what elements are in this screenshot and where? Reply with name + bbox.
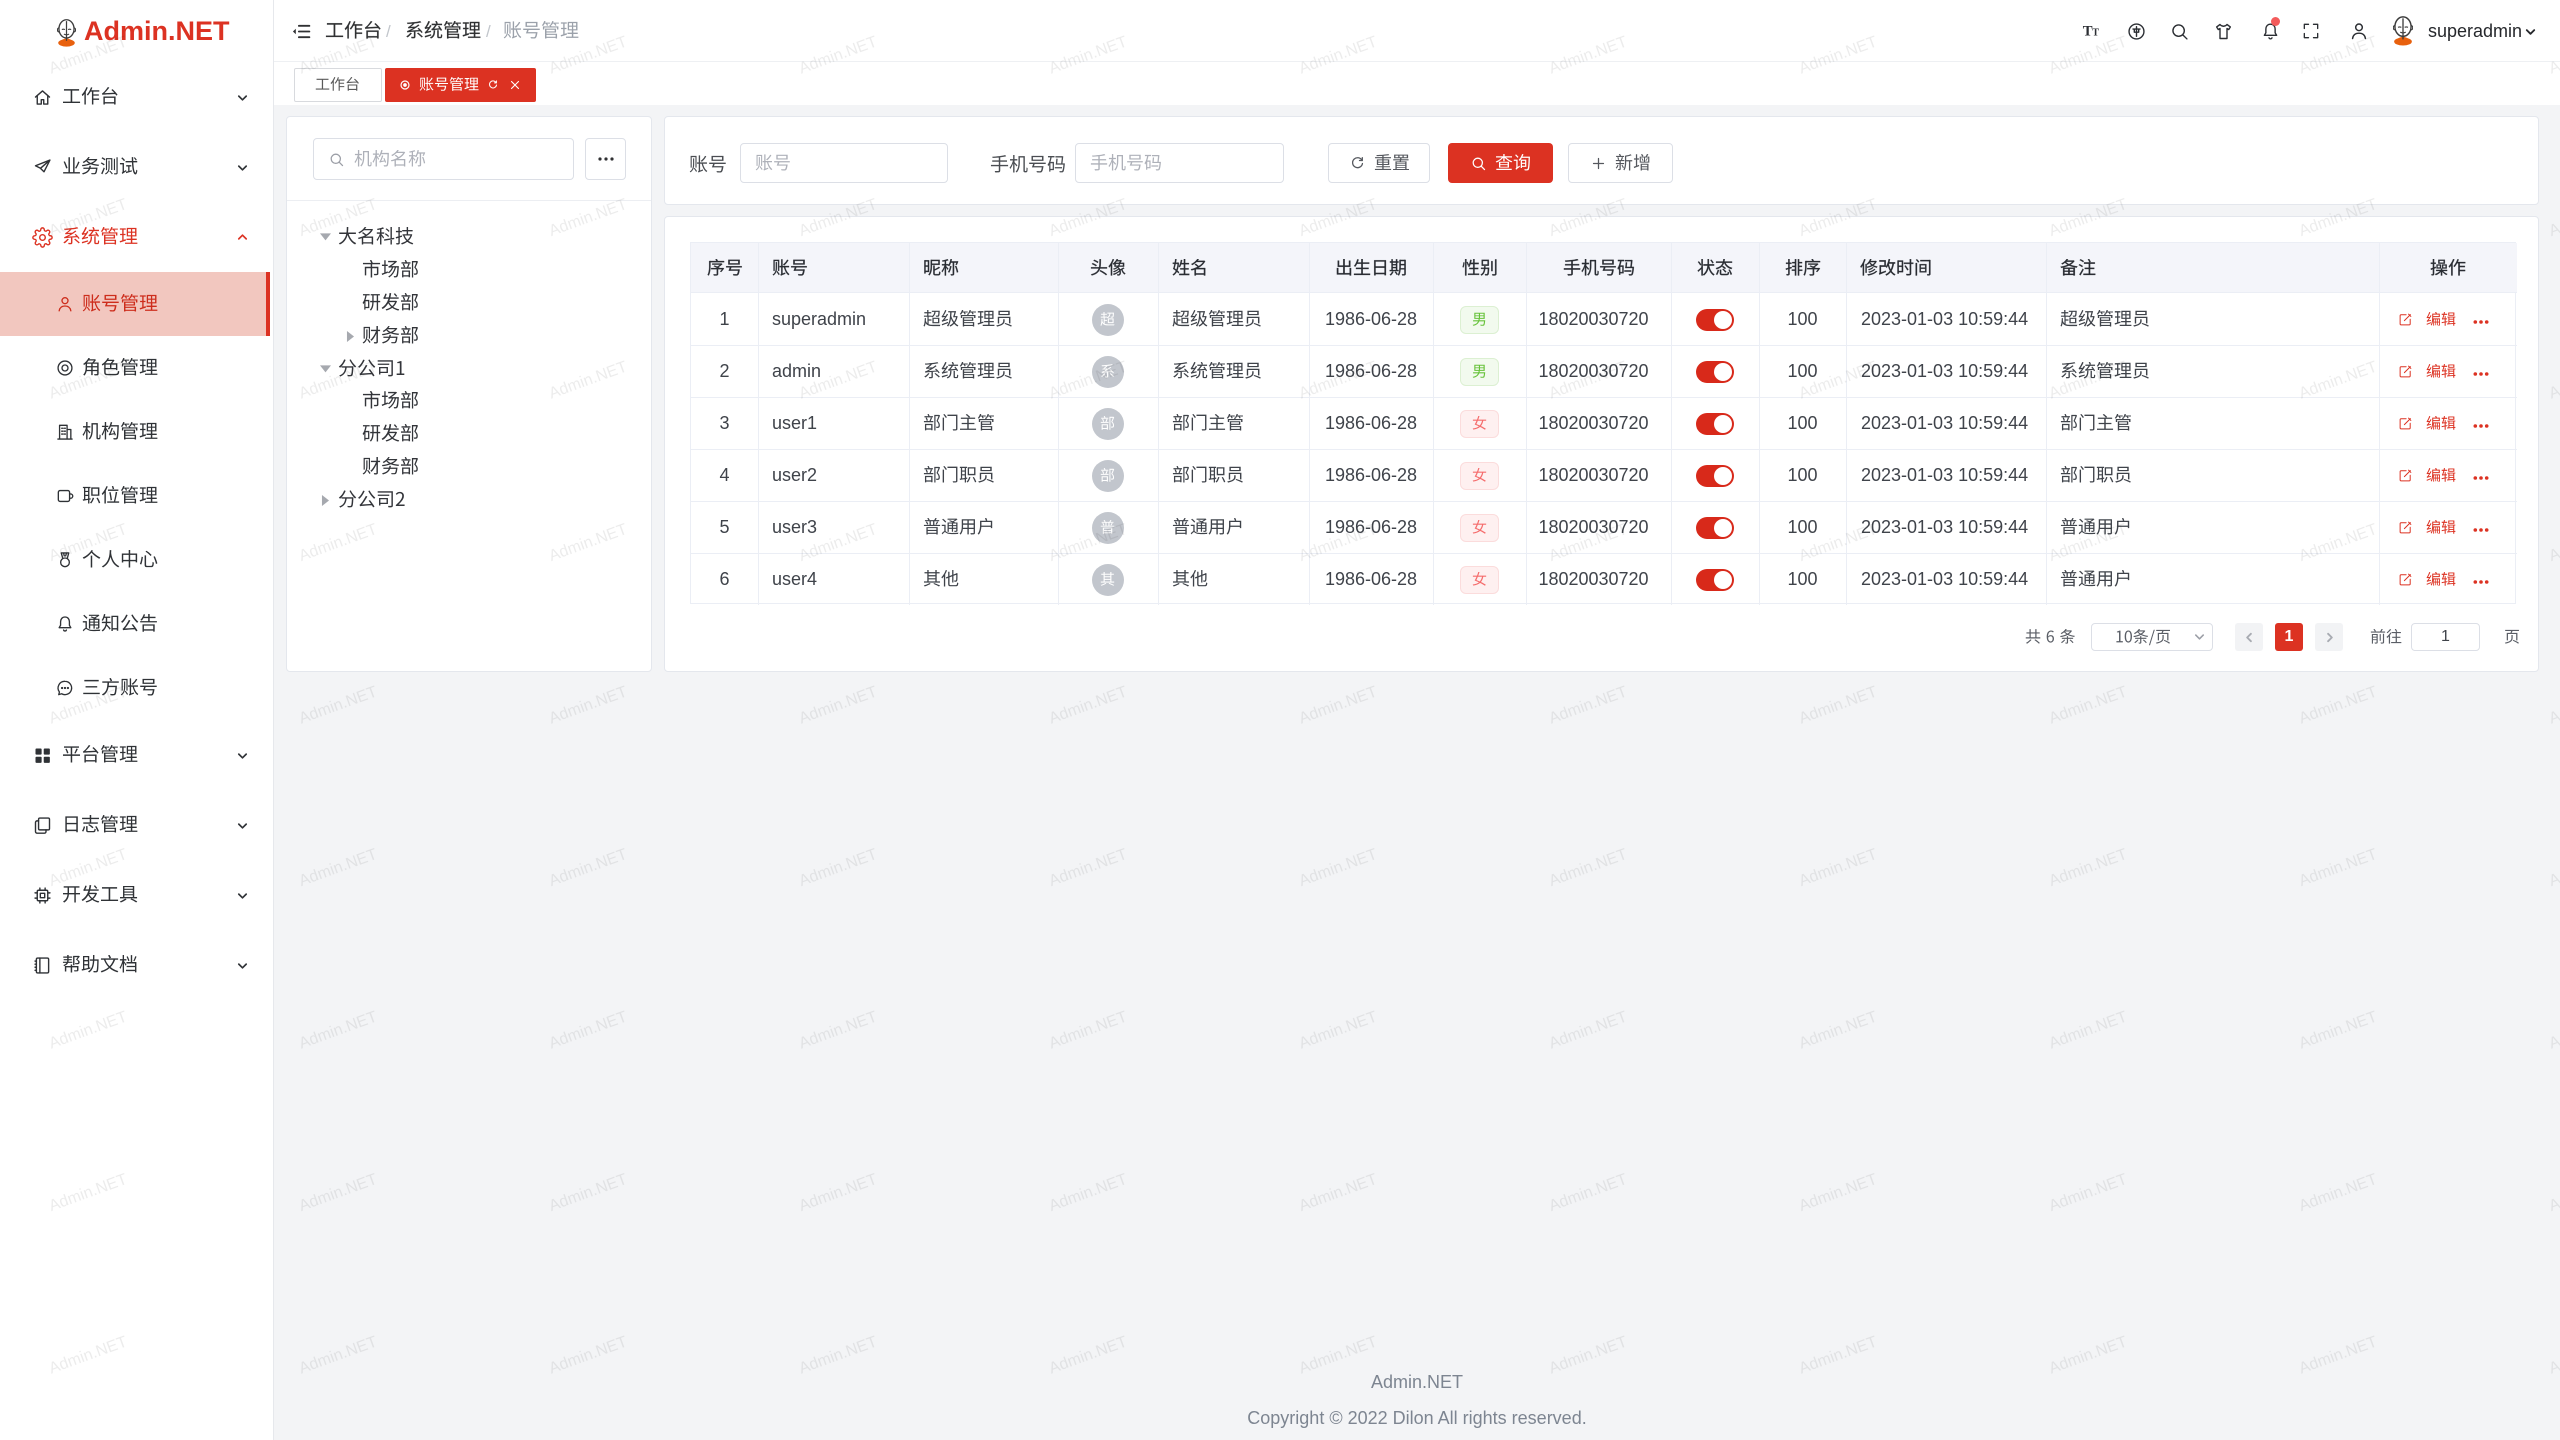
svg-text:T: T xyxy=(2083,24,2093,40)
svg-text:T: T xyxy=(2092,28,2099,39)
